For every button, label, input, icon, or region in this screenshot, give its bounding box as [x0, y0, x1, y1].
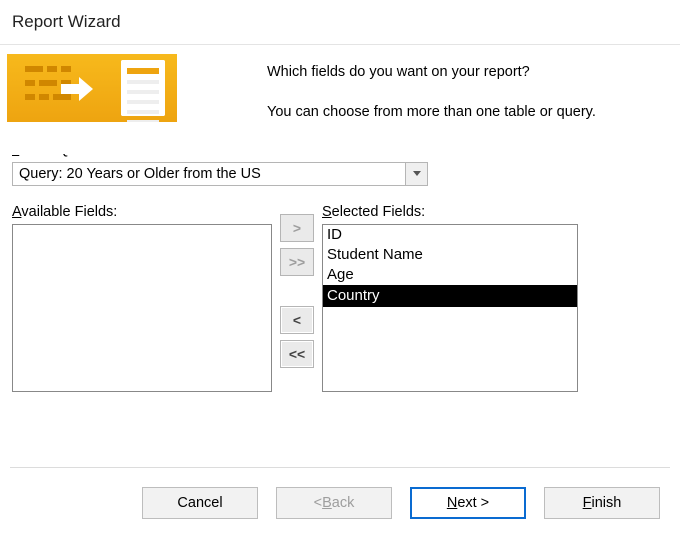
- tables-queries-combo[interactable]: Query: 20 Years or Older from the US: [12, 162, 428, 186]
- back-button[interactable]: < Back: [276, 487, 392, 519]
- combo-dropdown-button[interactable]: [406, 162, 428, 186]
- remove-field-button[interactable]: <: [280, 306, 314, 334]
- tables-queries-value[interactable]: Query: 20 Years or Older from the US: [12, 162, 406, 186]
- report-wizard-dialog: Report Wizard Which fields do you want o…: [0, 0, 680, 535]
- add-field-button[interactable]: >: [280, 214, 314, 242]
- dialog-content: Which fields do you want on your report?…: [0, 42, 680, 392]
- cancel-button[interactable]: Cancel: [142, 487, 258, 519]
- chevron-down-icon: [413, 171, 421, 176]
- report-icon: [121, 60, 165, 116]
- next-button[interactable]: Next >: [410, 487, 526, 519]
- selected-fields-label: Selected Fields:: [322, 204, 578, 220]
- finish-button[interactable]: Finish: [544, 487, 660, 519]
- dialog-title: Report Wizard: [0, 0, 680, 42]
- wizard-illustration: [7, 54, 247, 154]
- list-item[interactable]: Country: [323, 285, 577, 307]
- add-all-fields-button[interactable]: >>: [280, 248, 314, 276]
- remove-all-fields-button[interactable]: <<: [280, 340, 314, 368]
- instruction-line-2: You can choose from more than one table …: [267, 102, 668, 124]
- button-bar: Cancel < Back Next > Finish: [0, 467, 680, 535]
- instruction-text: Which fields do you want on your report?…: [267, 54, 668, 124]
- list-item[interactable]: Age: [323, 265, 577, 285]
- list-item[interactable]: ID: [323, 225, 577, 245]
- available-fields-list[interactable]: [12, 224, 272, 392]
- selected-fields-list[interactable]: IDStudent NameAgeCountry: [322, 224, 578, 392]
- list-item[interactable]: Student Name: [323, 245, 577, 265]
- available-fields-label: Available Fields:: [12, 204, 272, 220]
- instruction-line-1: Which fields do you want on your report?: [267, 62, 668, 84]
